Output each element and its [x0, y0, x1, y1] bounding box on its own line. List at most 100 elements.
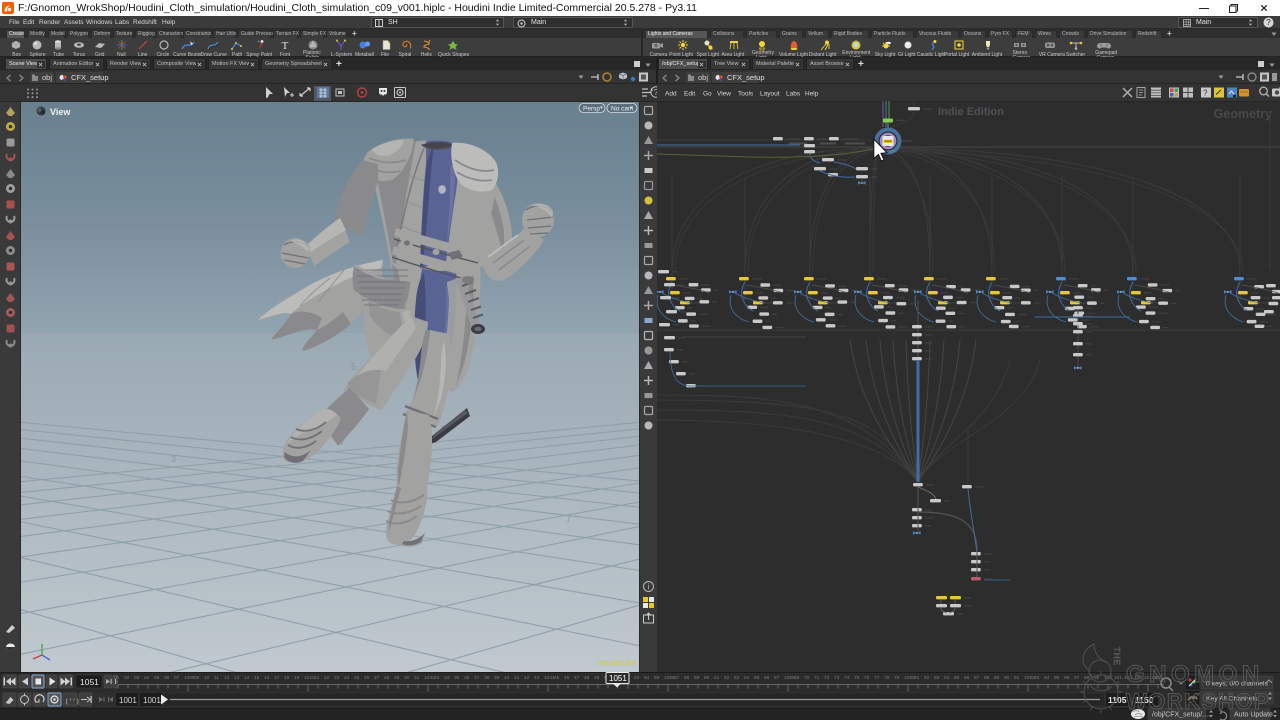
- svg-text:67: 67: [774, 675, 780, 681]
- svg-text:62: 62: [724, 675, 730, 681]
- svg-text:?: ?: [1266, 18, 1271, 27]
- svg-text:57: 57: [674, 675, 680, 681]
- svg-text:WORKSHOP: WORKSHOP: [1126, 689, 1270, 714]
- svg-text:54: 54: [644, 675, 650, 681]
- svg-text:60: 60: [704, 675, 710, 681]
- svg-text:?: ?: [1203, 89, 1208, 98]
- svg-text:47: 47: [574, 675, 580, 681]
- svg-text:28: 28: [384, 675, 390, 681]
- svg-text:63: 63: [734, 675, 740, 681]
- svg-text:21: 21: [314, 675, 320, 681]
- svg-text:46: 46: [564, 675, 570, 681]
- svg-text:THE: THE: [1112, 647, 1121, 666]
- svg-text:y: y: [44, 640, 47, 646]
- svg-text:Tools: Tools: [738, 91, 754, 98]
- svg-text:41: 41: [514, 675, 520, 681]
- svg-text:27: 27: [374, 675, 380, 681]
- svg-text:30: 30: [404, 675, 410, 681]
- svg-text:39: 39: [494, 675, 500, 681]
- svg-text:17: 17: [274, 675, 280, 681]
- svg-text:88: 88: [984, 675, 990, 681]
- svg-text:02: 02: [124, 675, 130, 681]
- svg-text:77: 77: [874, 675, 880, 681]
- svg-text:94: 94: [1044, 675, 1050, 681]
- svg-text:84: 84: [944, 675, 950, 681]
- svg-text:14: 14: [244, 675, 250, 681]
- svg-text:93: 93: [1034, 675, 1040, 681]
- svg-text:87: 87: [974, 675, 980, 681]
- svg-text:55: 55: [654, 675, 660, 681]
- svg-text:40: 40: [504, 675, 510, 681]
- svg-text:1001: 1001: [143, 696, 161, 705]
- svg-text:Geometry: Geometry: [1214, 107, 1272, 121]
- svg-text:22: 22: [324, 675, 330, 681]
- svg-text:19: 19: [294, 675, 300, 681]
- svg-text:03: 03: [134, 675, 140, 681]
- svg-text:11: 11: [214, 675, 219, 681]
- svg-text:Persp: Persp: [583, 106, 600, 113]
- svg-text:geo: geo: [890, 148, 897, 153]
- svg-text:1051: 1051: [609, 674, 627, 683]
- svg-text:3: 3: [171, 454, 176, 464]
- svg-text:Edit: Edit: [684, 91, 695, 98]
- svg-text:07: 07: [174, 675, 180, 681]
- svg-text:90: 90: [1004, 675, 1010, 681]
- svg-text:61: 61: [714, 675, 720, 681]
- svg-text:69: 69: [794, 675, 800, 681]
- svg-text:View: View: [50, 107, 71, 117]
- svg-text:Layout: Layout: [760, 91, 780, 98]
- svg-text:82: 82: [924, 675, 930, 681]
- svg-text:T: T: [282, 40, 289, 51]
- svg-text:36: 36: [464, 675, 470, 681]
- svg-text:53: 53: [634, 675, 640, 681]
- svg-text:45: 45: [554, 675, 560, 681]
- svg-text:GNOMON: GNOMON: [1126, 661, 1264, 688]
- svg-text:72: 72: [824, 675, 830, 681]
- svg-text:25: 25: [354, 675, 360, 681]
- svg-text:24: 24: [344, 675, 350, 681]
- svg-text:i: i: [648, 583, 650, 592]
- svg-text:ints bds:1kd: ints bds:1kd: [598, 660, 635, 667]
- svg-text:66: 66: [764, 675, 770, 681]
- svg-text:64: 64: [744, 675, 750, 681]
- svg-text:95: 95: [1054, 675, 1060, 681]
- svg-text:71: 71: [814, 675, 820, 681]
- svg-text:75: 75: [854, 675, 860, 681]
- svg-text:18: 18: [284, 675, 290, 681]
- svg-text:06: 06: [164, 675, 170, 681]
- svg-text:23: 23: [334, 675, 340, 681]
- svg-text:15: 15: [254, 675, 260, 681]
- svg-text:81: 81: [914, 675, 920, 681]
- svg-text:31: 31: [414, 675, 420, 681]
- svg-text:37: 37: [474, 675, 480, 681]
- svg-text:83: 83: [934, 675, 940, 681]
- svg-text:(''): (''): [65, 698, 79, 705]
- svg-text:Go: Go: [703, 91, 712, 98]
- svg-text:70: 70: [804, 675, 810, 681]
- svg-text:Indie Edition: Indie Edition: [938, 106, 1004, 118]
- svg-text:Labs: Labs: [786, 91, 801, 98]
- svg-text:01: 01: [114, 675, 120, 681]
- svg-text:78: 78: [884, 675, 890, 681]
- svg-text:34: 34: [444, 675, 450, 681]
- svg-text:43: 43: [534, 675, 540, 681]
- svg-text:Add: Add: [665, 91, 677, 98]
- svg-text:91: 91: [1014, 675, 1020, 681]
- svg-text:12: 12: [224, 675, 230, 681]
- svg-text:1051: 1051: [80, 677, 99, 687]
- svg-text:7: 7: [566, 514, 571, 524]
- svg-text:35: 35: [454, 675, 460, 681]
- svg-text:73: 73: [834, 675, 840, 681]
- svg-text:48: 48: [584, 675, 590, 681]
- svg-text:5: 5: [351, 362, 356, 372]
- svg-text:42: 42: [524, 675, 530, 681]
- svg-text:29: 29: [394, 675, 400, 681]
- svg-text:49: 49: [594, 675, 600, 681]
- svg-text:85: 85: [954, 675, 960, 681]
- svg-text:89: 89: [994, 675, 1000, 681]
- svg-text:04: 04: [144, 675, 150, 681]
- svg-text:79: 79: [894, 675, 900, 681]
- svg-text:13: 13: [234, 675, 240, 681]
- svg-text:38: 38: [484, 675, 490, 681]
- svg-text:16: 16: [264, 675, 270, 681]
